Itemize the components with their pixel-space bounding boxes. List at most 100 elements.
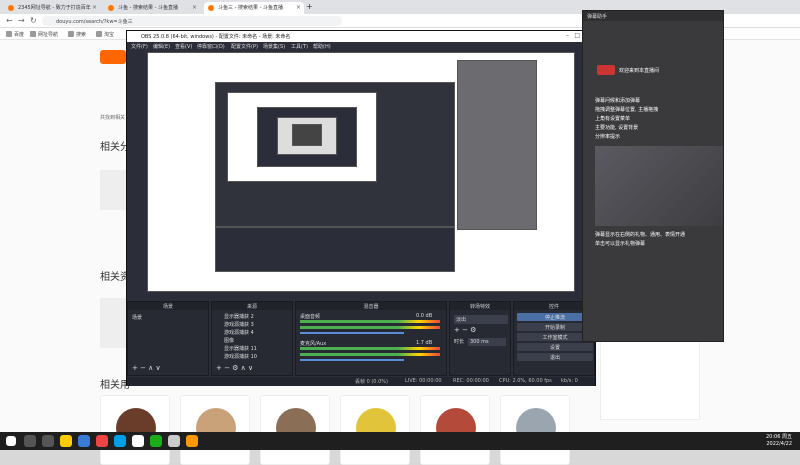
menu-view[interactable]: 查看(V) — [175, 43, 192, 50]
back-icon[interactable]: ← — [6, 16, 13, 25]
source-item[interactable]: 游戏源捕获 4 — [224, 329, 254, 336]
dock-title: 转场特效 — [450, 302, 510, 310]
tab-favicon-icon — [108, 5, 114, 11]
mixer-channel-db: 0.0 dB — [416, 313, 433, 319]
obs-menu-bar: 文件(F) 编辑(E) 查看(V) 停靠窗口(D) 配置文件(P) 场景集(S)… — [127, 42, 595, 51]
dock-title: 混音器 — [296, 302, 446, 310]
search-icon[interactable] — [24, 435, 36, 447]
source-item[interactable]: 显示器捕获 2 — [224, 313, 254, 320]
task-view-icon[interactable] — [42, 435, 54, 447]
obs-window: OBS 25.0.8 (64-bit, windows) - 配置文件: 未命名… — [126, 30, 596, 386]
start-icon[interactable] — [6, 436, 16, 446]
add-scene-icon[interactable]: + − ∧ ∨ — [132, 364, 161, 372]
sources-dock: 来源 显示器捕获 2 游戏源捕获 3 游戏源捕获 4 图像 显示器捕获 11 游… — [211, 301, 293, 376]
volume-slider[interactable] — [300, 332, 404, 334]
menu-docks[interactable]: 停靠窗口(D) — [197, 43, 225, 50]
source-item[interactable]: 游戏源捕获 10 — [224, 353, 257, 360]
user-card[interactable] — [500, 395, 570, 465]
bookmark-item[interactable]: 百度 — [6, 31, 24, 38]
chrome-icon[interactable] — [60, 435, 72, 447]
close-tab-icon[interactable]: × — [92, 4, 97, 11]
add-source-icon[interactable]: + − ⚙ ∧ ∨ — [216, 364, 253, 372]
chat-line: 拖拽调整弹幕位置, 主播拖拽 — [595, 107, 659, 113]
app-icon[interactable] — [96, 435, 108, 447]
folder-icon[interactable] — [78, 435, 90, 447]
close-tab-icon[interactable]: × — [192, 4, 197, 11]
user-card[interactable] — [100, 395, 170, 465]
chat-window: 弹幕助手 欢迎来到本直播间 弹幕问候和添加弹幕 拖拽调整弹幕位置, 主播拖拽 上… — [582, 10, 724, 342]
menu-scene-collection[interactable]: 场景集(S) — [263, 43, 285, 50]
settings-button[interactable]: 设置 — [517, 343, 593, 351]
wechat-icon[interactable] — [150, 435, 162, 447]
maximize-icon[interactable]: □ — [574, 32, 580, 39]
menu-help[interactable]: 帮助(H) — [313, 43, 331, 50]
scene-item[interactable]: 场景 — [132, 314, 142, 321]
user-card[interactable] — [340, 395, 410, 465]
new-tab-button[interactable]: + — [306, 2, 318, 14]
bookmark-item[interactable]: 网址导航 — [30, 31, 58, 38]
app-icon[interactable] — [114, 435, 126, 447]
mixer-dock: 混音器 桌面音频 0.0 dB 麦克风/Aux 1.7 dB — [295, 301, 447, 376]
tab-search-2[interactable]: 斗鱼三 - 搜索结果 - 斗鱼直播 × — [204, 2, 304, 14]
chat-footer-line: 单击可以显示礼物弹幕 — [595, 241, 646, 247]
status-bitrate: kb/s: 0 — [561, 378, 578, 384]
preview-docks — [215, 227, 455, 272]
status-live: LIVE: 00:00:00 — [405, 378, 442, 384]
volume-meter — [300, 353, 440, 356]
dock-title: 场景 — [128, 302, 208, 310]
source-item[interactable]: 图像 — [224, 337, 234, 344]
menu-edit[interactable]: 编辑(E) — [153, 43, 170, 50]
user-card[interactable] — [420, 395, 490, 465]
menu-file[interactable]: 文件(F) — [131, 43, 148, 50]
source-item[interactable]: 显示器捕获 11 — [224, 345, 257, 352]
tab-search-1[interactable]: 斗鱼 - 搜索结果 - 斗鱼直播 × — [104, 2, 200, 14]
bookmark-item[interactable]: 淘宝 — [96, 31, 114, 38]
clock-time: 20:06 周五 — [766, 434, 792, 440]
status-cpu: CPU: 2.0%, 60.00 fps — [499, 378, 552, 384]
minimize-icon[interactable]: – — [566, 32, 569, 39]
address-bar[interactable]: douyu.com/search/?kw=斗鱼三 — [42, 16, 342, 26]
chat-title: 弹幕助手 — [583, 11, 723, 21]
preview-chat-image — [457, 60, 537, 230]
clock-date: 2022/4/22 — [766, 441, 792, 447]
status-dropped-frames: 丢帧 0 (0.0%) — [355, 379, 388, 385]
obs-title-bar: OBS 25.0.8 (64-bit, windows) - 配置文件: 未命名… — [127, 31, 595, 42]
chat-line: 欢迎来到本直播间 — [619, 68, 660, 74]
transitions-dock: 转场特效 淡出 + − ⚙ 时长 300 ms — [449, 301, 511, 376]
chat-line: 上角有设置菜单 — [595, 116, 631, 122]
forward-icon[interactable]: → — [18, 16, 25, 25]
volume-meter — [300, 347, 440, 350]
obs-status-bar: 丢帧 0 (0.0%) LIVE: 00:00:00 REC: 00:00:00… — [127, 377, 595, 386]
category-thumb[interactable] — [100, 170, 126, 210]
user-card[interactable] — [260, 395, 330, 465]
add-transition-icon[interactable]: + − ⚙ — [454, 326, 476, 334]
bookmark-item[interactable]: 搜索 — [68, 31, 86, 38]
tab-favicon-icon — [8, 5, 14, 11]
reload-icon[interactable]: ↻ — [30, 16, 37, 25]
chat-line: 弹幕问候和添加弹幕 — [595, 98, 641, 104]
app-icon[interactable] — [186, 435, 198, 447]
douyu-logo — [100, 50, 126, 64]
chat-background-image — [595, 146, 723, 226]
transition-select[interactable]: 淡出 — [454, 315, 508, 324]
tab-2345[interactable]: 2345网址导航 - 致力于打造百年 × — [4, 2, 100, 14]
exit-button[interactable]: 退出 — [517, 353, 593, 361]
obs-icon[interactable] — [132, 435, 144, 447]
duration-input[interactable]: 300 ms — [468, 338, 506, 346]
user-card[interactable] — [180, 395, 250, 465]
volume-slider[interactable] — [300, 359, 404, 361]
volume-meter — [300, 326, 440, 329]
mixer-channel-name: 桌面音频 — [300, 314, 321, 320]
menu-tools[interactable]: 工具(T) — [291, 43, 308, 50]
source-item[interactable]: 游戏源捕获 3 — [224, 321, 254, 328]
menu-profile[interactable]: 配置文件(P) — [231, 43, 258, 50]
resource-thumb[interactable] — [100, 298, 126, 348]
chat-line: 分辨率提示 — [595, 134, 621, 140]
chat-avatar — [597, 65, 615, 75]
close-tab-icon[interactable]: × — [296, 4, 301, 11]
chat-line: 主要功能, 设置背景 — [595, 125, 639, 131]
obs-preview[interactable] — [147, 52, 575, 292]
mixer-channel-name: 麦克风/Aux — [300, 341, 327, 347]
search-result-hint: 共找到相关 — [100, 115, 126, 121]
app-icon[interactable] — [168, 435, 180, 447]
